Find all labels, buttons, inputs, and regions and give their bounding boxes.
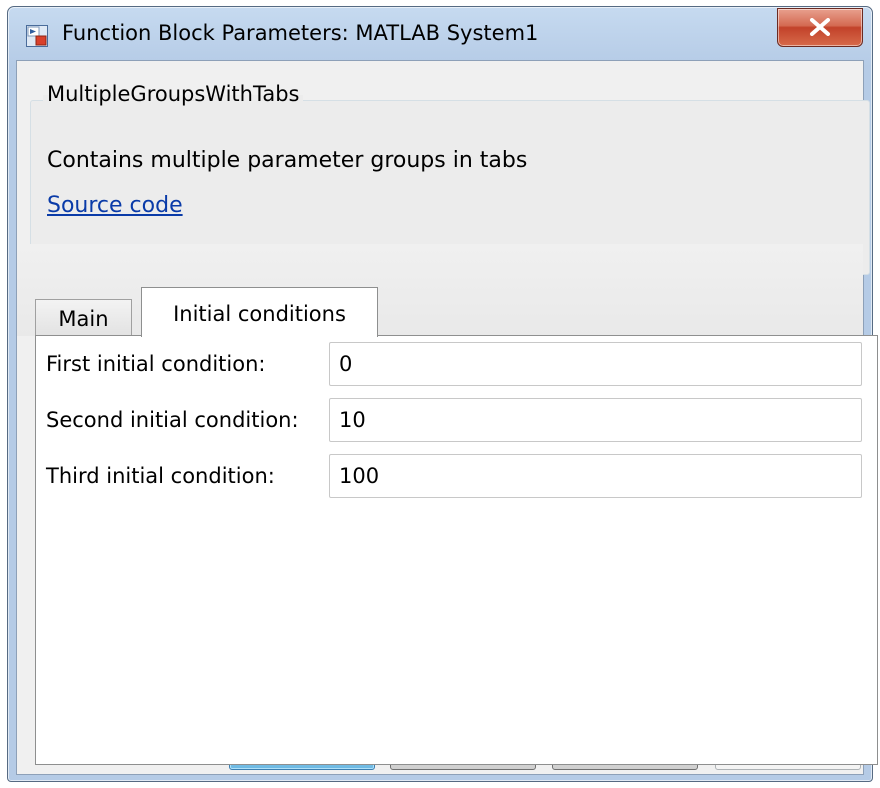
source-code-link[interactable]: Source code xyxy=(47,193,183,218)
close-icon xyxy=(810,18,830,36)
first-initial-condition-input[interactable] xyxy=(329,342,862,386)
param-row-third: Third initial condition: xyxy=(36,454,877,498)
param-row-second: Second initial condition: xyxy=(36,398,877,442)
second-initial-condition-label: Second initial condition: xyxy=(46,408,299,432)
title-bar[interactable]: Function Block Parameters: MATLAB System… xyxy=(8,7,872,61)
simulink-block-icon xyxy=(26,25,48,47)
dialog-window: Function Block Parameters: MATLAB System… xyxy=(7,6,878,782)
window-title: Function Block Parameters: MATLAB System… xyxy=(62,21,539,45)
param-row-first: First initial condition: xyxy=(36,342,877,386)
description-group-title: MultipleGroupsWithTabs xyxy=(43,82,304,106)
tab-initial-conditions[interactable]: Initial conditions xyxy=(141,287,378,337)
close-button[interactable] xyxy=(777,8,863,47)
tab-main[interactable]: Main xyxy=(35,299,132,337)
third-initial-condition-label: Third initial condition: xyxy=(46,464,275,488)
tab-panel-initial-conditions: First initial condition: Second initial … xyxy=(35,335,878,765)
third-initial-condition-input[interactable] xyxy=(329,454,862,498)
description-text: Contains multiple parameter groups in ta… xyxy=(47,148,528,173)
first-initial-condition-label: First initial condition: xyxy=(46,352,266,376)
dialog-client-area: MultipleGroupsWithTabs Contains multiple… xyxy=(16,60,878,775)
second-initial-condition-input[interactable] xyxy=(329,398,862,442)
